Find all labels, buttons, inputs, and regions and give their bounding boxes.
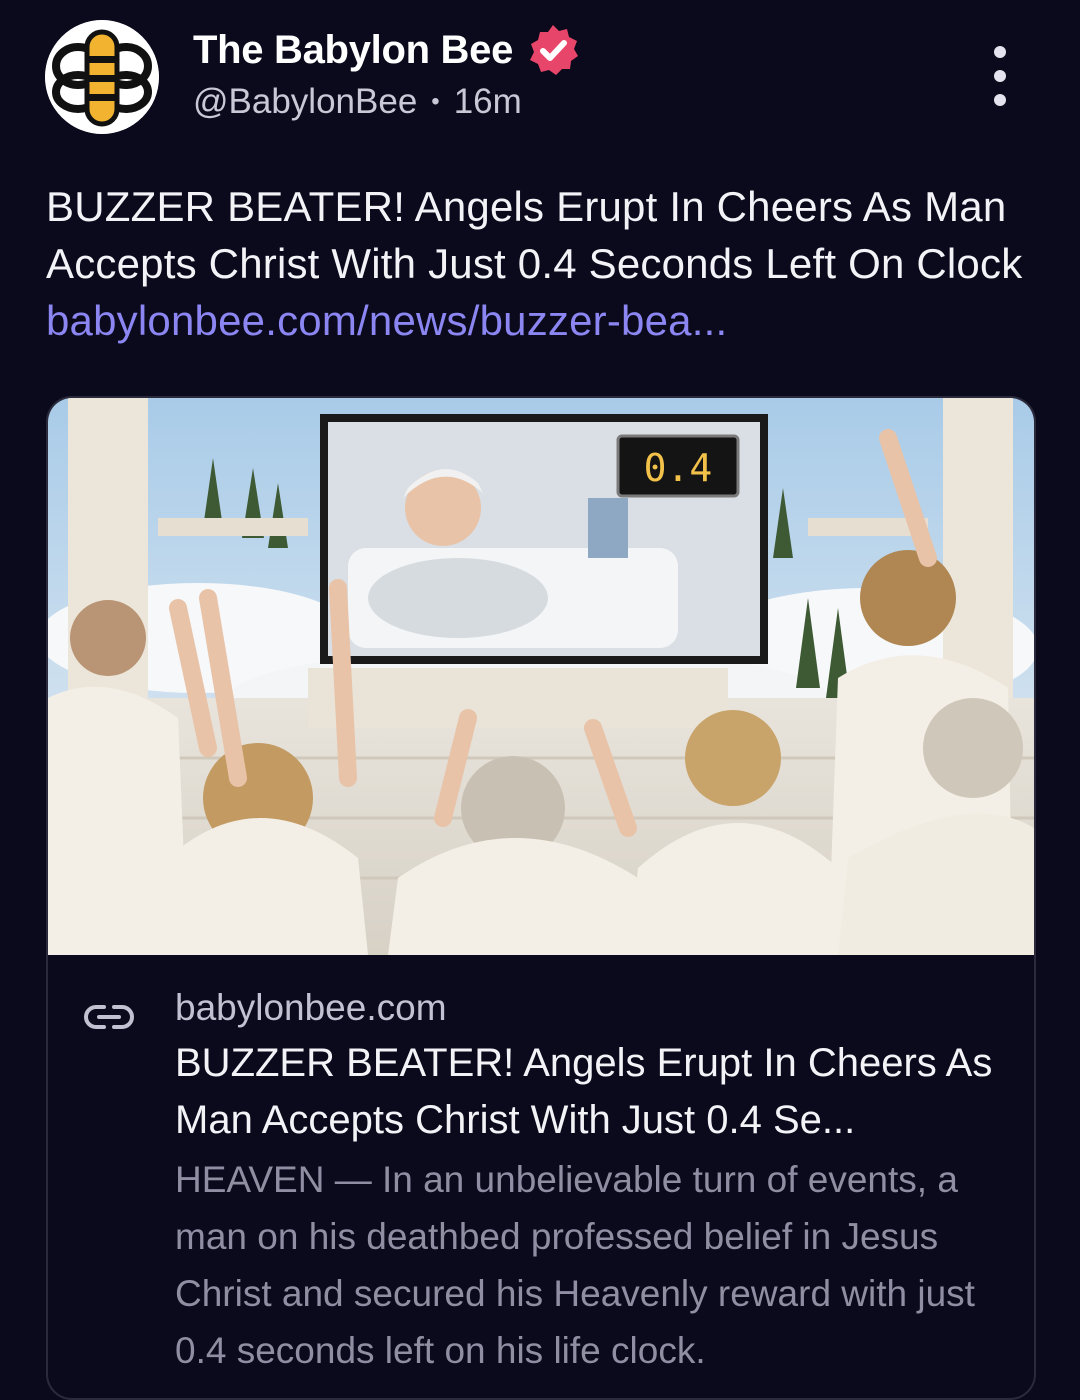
avatar[interactable] [45, 20, 159, 134]
more-options-icon[interactable] [984, 46, 1016, 106]
more-dot [994, 70, 1006, 82]
card-description: HEAVEN — In an unbelievable turn of even… [175, 1159, 975, 1371]
more-dot [994, 46, 1006, 58]
post: The Babylon Bee @BabylonBee • 16m BUZZER… [0, 0, 1080, 1400]
card-domain: babylonbee.com [175, 987, 447, 1028]
handle[interactable]: @BabylonBee [193, 82, 417, 122]
scoreboard-value: 0.4 [644, 446, 713, 490]
article-image[interactable]: 0.4 [48, 398, 1034, 955]
link-icon [84, 1005, 134, 1029]
verified-badge-icon [530, 25, 579, 75]
display-name[interactable]: The Babylon Bee [193, 28, 513, 73]
post-text: BUZZER BEATER! Angels Erupt In Cheers As… [46, 178, 1046, 349]
name-row: The Babylon Bee [193, 22, 581, 78]
more-dot [994, 94, 1006, 106]
link-preview-card[interactable]: 0.4 babylonbee.com BUZZER BEATER! Angels… [46, 396, 1036, 1400]
post-link[interactable]: babylonbee.com/news/buzzer-bea... [46, 297, 727, 344]
bee-logo-icon [45, 20, 159, 134]
timestamp[interactable]: 16m [454, 82, 522, 122]
meta-separator: • [431, 88, 440, 115]
card-body: babylonbee.com BUZZER BEATER! Angels Eru… [48, 955, 1034, 1398]
post-body: BUZZER BEATER! Angels Erupt In Cheers As… [46, 183, 1023, 287]
meta-row: @BabylonBee • 16m [193, 82, 522, 122]
card-title[interactable]: BUZZER BEATER! Angels Erupt In Cheers As… [175, 1035, 1005, 1149]
